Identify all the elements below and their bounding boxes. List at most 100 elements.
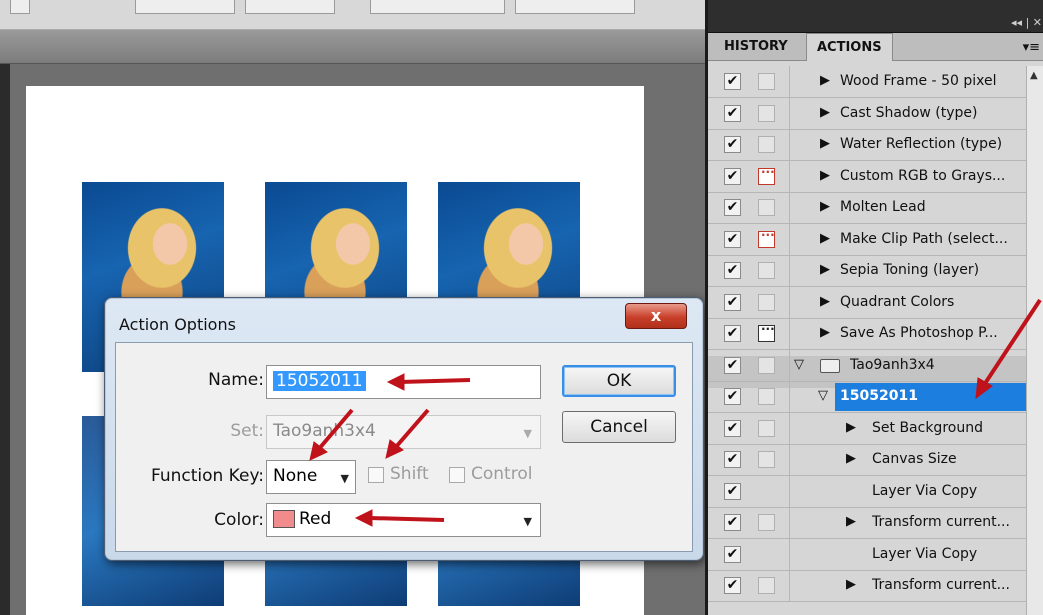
options-field[interactable]: [370, 0, 505, 14]
actions-panel: ◂◂ | ✕ HISTORY ACTIONS ▾≡ ✔ ▶ Wood Frame -…: [705, 0, 1043, 615]
name-value: 15052011: [273, 371, 366, 391]
scrollbar[interactable]: ▲: [1026, 66, 1043, 615]
expand-triangle-icon[interactable]: ▶: [820, 199, 830, 214]
action-row[interactable]: ✔ ▽ 15052011: [708, 381, 1026, 413]
dialog-toggle[interactable]: [758, 514, 775, 531]
dialog-toggle[interactable]: [758, 199, 775, 216]
column-divider: [789, 538, 790, 571]
action-label: Layer Via Copy: [872, 545, 978, 562]
dialog-toggle[interactable]: [758, 388, 775, 405]
options-field[interactable]: [135, 0, 235, 14]
toggle-checkbox[interactable]: ✔: [724, 482, 741, 500]
column-divider: [789, 160, 790, 193]
collapse-triangle-icon[interactable]: ▽: [818, 388, 828, 403]
action-label: Molten Lead: [840, 199, 926, 215]
toggle-checkbox[interactable]: ✔: [724, 577, 741, 594]
set-label: Set:: [230, 421, 264, 441]
toggle-checkbox[interactable]: ✔: [724, 514, 741, 531]
toggle-checkbox[interactable]: ✔: [724, 262, 741, 279]
expand-triangle-icon[interactable]: ▶: [846, 420, 856, 435]
dialog-toggle[interactable]: [758, 136, 775, 153]
cancel-button[interactable]: Cancel: [562, 411, 676, 443]
expand-triangle-icon[interactable]: ▶: [820, 136, 830, 151]
expand-triangle-icon[interactable]: ▶: [820, 294, 830, 309]
dialog-toggle[interactable]: [758, 419, 775, 437]
toggle-checkbox[interactable]: ✔: [724, 167, 741, 185]
toggle-checkbox[interactable]: ✔: [724, 325, 741, 342]
action-row[interactable]: ✔ ▶ Make Clip Path (select...: [708, 223, 1026, 256]
dialog-toggle[interactable]: [758, 293, 775, 311]
dialog-toggle[interactable]: [758, 577, 775, 594]
dialog-toggle[interactable]: [758, 165, 775, 185]
panel-collapse-close-icon[interactable]: ◂◂ | ✕: [1011, 16, 1042, 29]
toggle-checkbox[interactable]: ✔: [724, 293, 741, 311]
action-row[interactable]: ✔ ▶ Custom RGB to Grays...: [708, 160, 1026, 193]
toggle-checkbox[interactable]: ✔: [724, 104, 741, 122]
control-checkbox[interactable]: [449, 467, 465, 483]
expand-triangle-icon[interactable]: ▶: [820, 73, 830, 88]
column-divider: [789, 66, 790, 98]
toggle-checkbox[interactable]: ✔: [724, 451, 741, 468]
toggle-checkbox[interactable]: ✔: [724, 419, 741, 437]
tab-history[interactable]: HISTORY: [714, 33, 798, 61]
toggle-checkbox[interactable]: ✔: [724, 199, 741, 216]
action-label: Save As Photoshop P...: [840, 325, 998, 341]
expand-triangle-icon[interactable]: ▶: [820, 168, 830, 183]
expand-triangle-icon[interactable]: ▶: [846, 577, 856, 592]
action-row[interactable]: ✔ ▶ Molten Lead: [708, 192, 1026, 224]
toggle-checkbox[interactable]: ✔: [724, 388, 741, 405]
dialog-toggle[interactable]: [758, 262, 775, 279]
scroll-up-icon[interactable]: ▲: [1030, 70, 1038, 81]
action-row[interactable]: ✔ ▶ Sepia Toning (layer): [708, 255, 1026, 287]
toggle-checkbox[interactable]: ✔: [724, 545, 741, 563]
action-row[interactable]: ✔ ▶ Cast Shadow (type): [708, 97, 1026, 130]
action-row[interactable]: ✔ ▶ Transform current...: [708, 507, 1026, 539]
options-field[interactable]: [10, 0, 30, 14]
expand-triangle-icon[interactable]: ▶: [820, 325, 830, 340]
dialog-toggle[interactable]: [758, 104, 775, 122]
options-bar: [0, 0, 705, 30]
dialog-toggle[interactable]: [758, 228, 775, 248]
action-row[interactable]: ✔ Layer Via Copy: [708, 538, 1026, 571]
dialog-title: Action Options: [119, 315, 236, 334]
action-row[interactable]: ✔ ▽ Tao9anh3x4: [708, 349, 1026, 382]
toggle-checkbox[interactable]: ✔: [724, 356, 741, 374]
dialog-toggle[interactable]: [758, 322, 775, 342]
shift-checkbox[interactable]: [368, 467, 384, 483]
collapse-triangle-icon[interactable]: ▽: [794, 357, 804, 372]
name-input[interactable]: 15052011: [266, 365, 541, 399]
expand-triangle-icon[interactable]: ▶: [846, 514, 856, 529]
toggle-checkbox[interactable]: ✔: [724, 230, 741, 248]
expand-triangle-icon[interactable]: ▶: [820, 231, 830, 246]
action-row[interactable]: ✔ ▶ Canvas Size: [708, 444, 1026, 476]
options-field[interactable]: [515, 0, 635, 14]
function-key-select[interactable]: None ▼: [266, 460, 356, 494]
action-row[interactable]: ✔ ▶ Quadrant Colors: [708, 286, 1026, 319]
action-row[interactable]: ✔ ▶ Set Background: [708, 412, 1026, 445]
action-row[interactable]: ✔ ▶ Wood Frame - 50 pixel: [708, 66, 1026, 98]
toggle-checkbox[interactable]: ✔: [724, 136, 741, 153]
column-divider: [789, 318, 790, 350]
dialog-toggle[interactable]: [758, 451, 775, 468]
set-select: Tao9anh3x4 ▼: [266, 415, 541, 449]
toggle-checkbox[interactable]: ✔: [724, 73, 741, 90]
expand-triangle-icon[interactable]: ▶: [846, 451, 856, 466]
panel-menu-icon[interactable]: ▾≡: [1023, 40, 1040, 55]
action-row[interactable]: ✔ ▶ Water Reflection (type): [708, 129, 1026, 161]
action-label: Custom RGB to Grays...: [840, 167, 1006, 184]
action-label: Layer Via Copy: [872, 482, 978, 499]
action-row[interactable]: ✔ ▶ Transform current...: [708, 570, 1026, 602]
color-select[interactable]: Red ▼: [266, 503, 541, 537]
action-row[interactable]: ✔ Layer Via Copy: [708, 475, 1026, 508]
expand-triangle-icon[interactable]: ▶: [820, 262, 830, 277]
panel-tabs: HISTORY ACTIONS ▾≡: [708, 33, 1043, 61]
column-divider: [789, 97, 790, 130]
dialog-toggle[interactable]: [758, 356, 775, 374]
close-button[interactable]: x: [625, 303, 687, 329]
action-row[interactable]: ✔ ▶ Save As Photoshop P...: [708, 318, 1026, 350]
dialog-toggle[interactable]: [758, 73, 775, 90]
expand-triangle-icon[interactable]: ▶: [820, 105, 830, 120]
ok-button[interactable]: OK: [562, 365, 676, 397]
options-field[interactable]: [245, 0, 335, 14]
tab-actions[interactable]: ACTIONS: [806, 33, 893, 61]
